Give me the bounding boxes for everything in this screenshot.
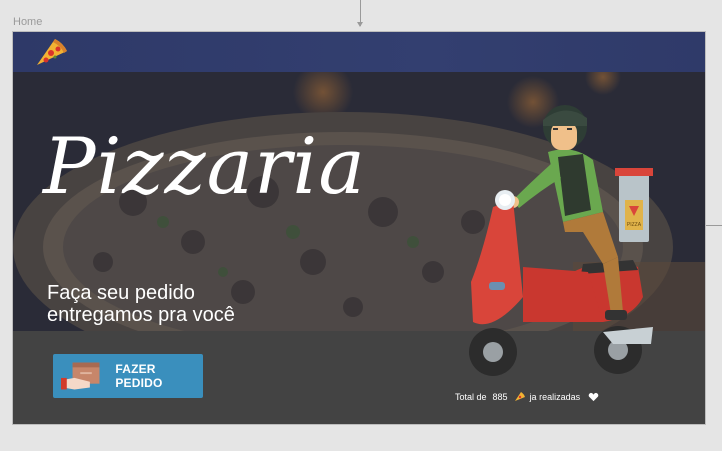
guide-line-right: [706, 225, 722, 226]
counter-value: 885: [492, 391, 508, 402]
guide-arrow: [357, 22, 363, 27]
home-frame: Pizzaria Faça seu pedido entregamos pra …: [12, 31, 706, 425]
delivery-rider-illustration: PIZZA: [469, 105, 653, 376]
frame-label: Home: [13, 16, 43, 28]
delivery-box-hand-icon: [61, 362, 100, 390]
pizza-box-label: PIZZA: [627, 222, 642, 228]
subtitle-line-1: Faça seu pedido: [47, 282, 195, 304]
counter-suffix: ja realizadas: [529, 391, 581, 402]
subtitle-line-2: entregamos pra você: [47, 304, 235, 326]
orders-counter: Total de 885 ja realizadas: [455, 391, 599, 402]
pizza-slice-icon: [514, 392, 525, 401]
order-button-label: FAZER PEDIDO: [115, 362, 163, 390]
pizza-logo-icon[interactable]: [33, 35, 73, 71]
heart-icon: [588, 392, 599, 401]
order-button[interactable]: FAZER PEDIDO: [53, 354, 203, 398]
hero-subtitle: Faça seu pedido entregamos pra você: [47, 282, 235, 326]
page-title: Pizzaria: [43, 122, 366, 212]
top-bar: [13, 32, 705, 72]
counter-prefix: Total de: [455, 391, 487, 402]
